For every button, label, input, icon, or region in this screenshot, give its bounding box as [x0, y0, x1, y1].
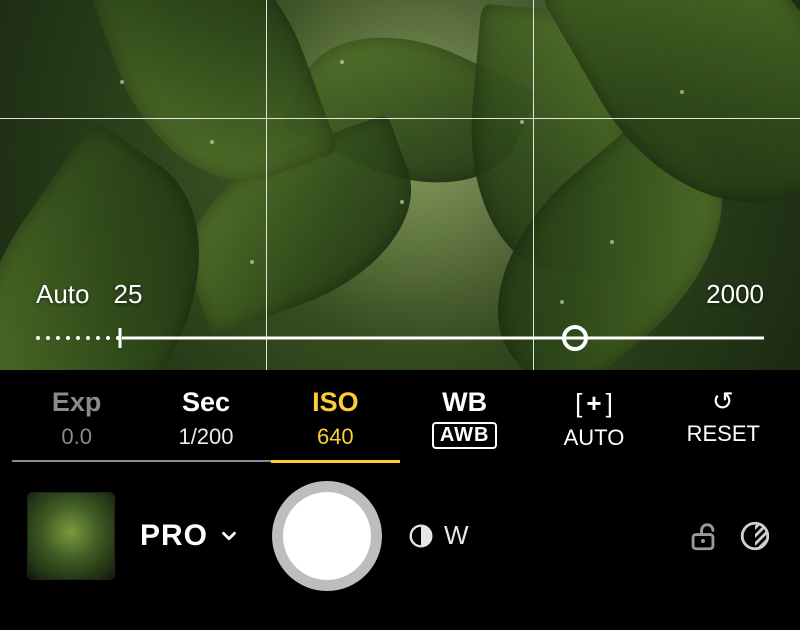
- param-exposure-label: Exp: [12, 388, 141, 418]
- iso-slider-auto-segment: [36, 336, 120, 340]
- param-white-balance[interactable]: WB AWB: [400, 384, 529, 459]
- shutter-button[interactable]: [272, 481, 382, 591]
- iso-slider-handle[interactable]: [562, 325, 588, 351]
- param-iso-label: ISO: [271, 388, 400, 418]
- iso-slider-range: [122, 337, 764, 340]
- lock-toggle[interactable]: [686, 519, 720, 553]
- unlock-icon: [686, 519, 720, 553]
- param-shutter-value: 1/200: [141, 424, 270, 450]
- iso-slider-track[interactable]: [36, 336, 764, 340]
- iso-scale-auto-label: Auto: [36, 279, 90, 310]
- param-shutter-label: Sec: [141, 388, 270, 418]
- pro-controls-row: Exp 0.0 Sec 1/200 ISO 640 WB AWB [+] AUT…: [0, 370, 800, 471]
- awb-badge: AWB: [432, 422, 498, 449]
- gallery-thumbnail[interactable]: [28, 493, 114, 579]
- mode-selector[interactable]: PRO: [132, 519, 248, 553]
- grid-line: [0, 118, 800, 119]
- param-shutter[interactable]: Sec 1/200: [141, 384, 270, 462]
- reset-label: RESET: [659, 421, 788, 447]
- chevron-down-icon: [218, 525, 240, 547]
- param-iso-value: 640: [271, 424, 400, 450]
- iso-scale: Auto 25 2000: [36, 279, 764, 340]
- param-exposure-value: 0.0: [12, 424, 141, 450]
- filters-icon: [738, 519, 772, 553]
- camera-app: Auto 25 2000 Exp 0.0 Sec: [0, 0, 800, 630]
- param-iso[interactable]: ISO 640: [271, 384, 400, 463]
- iso-scale-min-label: 25: [114, 279, 143, 310]
- focus-bracket-icon: [+]: [575, 388, 613, 419]
- viewfinder[interactable]: Auto 25 2000: [0, 0, 800, 370]
- undo-icon: ↻: [712, 388, 734, 414]
- param-focus[interactable]: [+] AUTO: [529, 384, 658, 461]
- reset-button[interactable]: ↻ RESET: [659, 384, 788, 457]
- filters-button[interactable]: [738, 519, 772, 553]
- iso-scale-max-label: 2000: [706, 279, 764, 310]
- param-focus-value: AUTO: [529, 425, 658, 451]
- mode-label: PRO: [140, 519, 208, 553]
- bottom-bar: PRO W: [0, 471, 800, 613]
- param-exposure[interactable]: Exp 0.0: [12, 384, 141, 462]
- lens-switch[interactable]: W: [406, 520, 469, 551]
- lens-label: W: [444, 520, 469, 551]
- param-wb-label: WB: [400, 388, 529, 418]
- lens-icon: [406, 521, 436, 551]
